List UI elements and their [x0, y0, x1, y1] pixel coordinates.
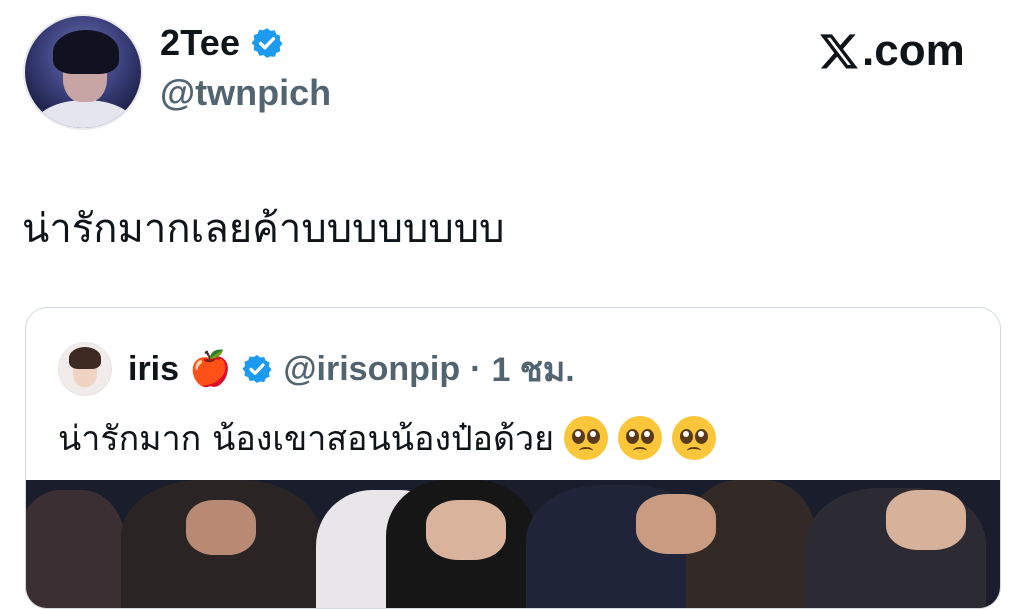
quoted-handle[interactable]: @irisonpip	[283, 350, 460, 389]
quoted-header: iris 🍎 @irisonpip · 1 ชม.	[58, 342, 575, 396]
tweet-text: น่ารักมากเลยค้าบบบบบบบบ	[22, 206, 505, 252]
quoted-name[interactable]: iris	[128, 350, 179, 389]
x-logo-icon	[820, 34, 858, 69]
verified-badge-icon	[242, 355, 272, 383]
pleading-face-icon	[564, 416, 609, 460]
photo-hands	[426, 500, 506, 560]
avatar-hair	[53, 30, 119, 74]
author-avatar[interactable]	[23, 14, 143, 130]
site-label: .com	[862, 26, 965, 75]
photo-hands	[636, 494, 716, 554]
author-name[interactable]: 2Tee	[160, 22, 240, 64]
author-name-row[interactable]: 2Tee	[160, 22, 284, 64]
quoted-avatar-hair	[69, 347, 101, 369]
apple-emoji-icon: 🍎	[189, 350, 232, 388]
pleading-face-icon	[672, 416, 717, 460]
photo-hands	[886, 490, 966, 550]
verified-badge-icon	[251, 28, 283, 58]
pleading-face-icon	[618, 416, 663, 460]
quoted-media-photo[interactable]	[26, 480, 1000, 608]
meta-separator: ·	[470, 349, 482, 388]
quoted-time[interactable]: 1 ชม.	[491, 342, 574, 396]
site-branding: .com	[818, 26, 965, 76]
photo-hands	[186, 500, 256, 555]
quoted-tweet-card[interactable]: iris 🍎 @irisonpip · 1 ชม. น่ารักมาก น้อง…	[25, 307, 1001, 609]
avatar-shoulder	[35, 100, 135, 128]
photo-person	[26, 490, 126, 608]
quoted-avatar[interactable]	[58, 342, 112, 396]
quoted-text: น่ารักมาก น้องเขาสอนน้องป๋อด้วย	[58, 419, 555, 459]
quoted-text-row: น่ารักมาก น้องเขาสอนน้องป๋อด้วย	[58, 411, 717, 465]
author-handle[interactable]: @twnpich	[160, 72, 331, 114]
